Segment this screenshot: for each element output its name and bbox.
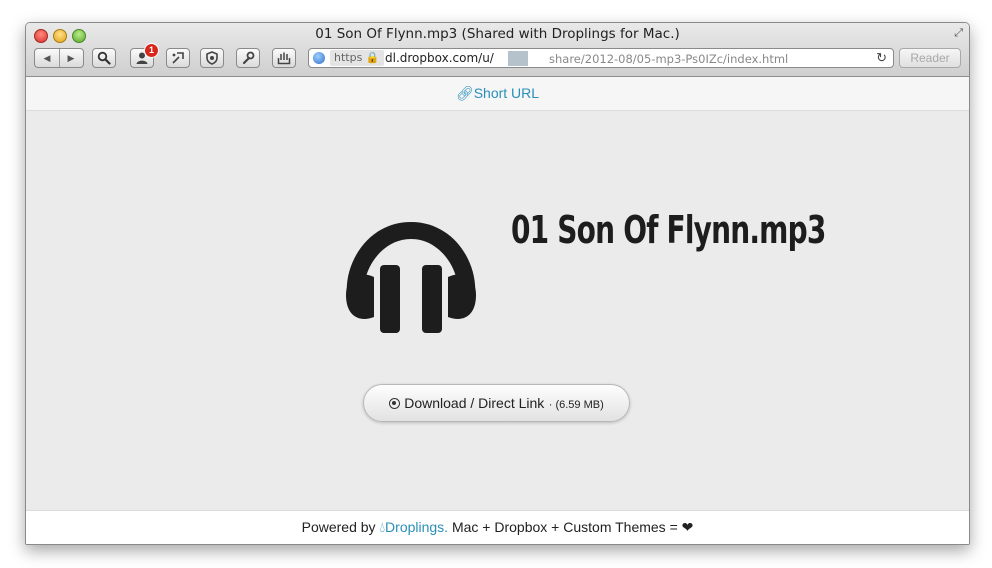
magnifier-icon bbox=[97, 51, 111, 65]
link-icon: 🔗︎ bbox=[455, 85, 474, 101]
top-bar: 🔗︎Short URL bbox=[26, 77, 969, 111]
short-url-link[interactable]: 🔗︎Short URL bbox=[26, 85, 969, 102]
window-title: 01 Son Of Flynn.mp3 (Shared with Droplin… bbox=[315, 26, 680, 42]
address-bar[interactable]: https 🔒 dl.dropbox.com/u/ share/2012-08/… bbox=[308, 48, 894, 68]
footer-suffix: Mac + Dropbox + Custom Themes = bbox=[448, 519, 682, 535]
share-tray-icon bbox=[277, 52, 291, 65]
page-content: 🔗︎Short URL 01 Son Of Flynn.mp3 Download… bbox=[26, 77, 969, 544]
download-label: Download / Direct Link bbox=[404, 395, 545, 411]
develop-button[interactable] bbox=[236, 48, 260, 68]
search-button[interactable] bbox=[92, 48, 116, 68]
tools-button[interactable] bbox=[166, 48, 190, 68]
fullscreen-icon[interactable]: ⤢ bbox=[954, 27, 963, 40]
shield-icon bbox=[206, 51, 218, 65]
footer: Powered by 💧︎Droplings. Mac + Dropbox + … bbox=[26, 510, 969, 544]
headphones-icon bbox=[346, 222, 476, 333]
download-icon bbox=[389, 398, 401, 409]
back-button[interactable]: ◀ bbox=[35, 49, 59, 67]
tools-icon bbox=[172, 52, 184, 64]
reader-button[interactable]: Reader bbox=[899, 48, 961, 68]
title-bar: 01 Son Of Flynn.mp3 (Shared with Droplin… bbox=[26, 23, 969, 77]
short-url-label: Short URL bbox=[473, 85, 540, 101]
back-forward-buttons: ◀ ▶ bbox=[34, 48, 84, 68]
reload-icon[interactable]: ↻ bbox=[876, 50, 887, 66]
file-size: · (6.59 MB) bbox=[548, 399, 604, 411]
globe-icon bbox=[313, 52, 325, 64]
heart-icon: ❤︎ bbox=[681, 519, 694, 535]
wrench-icon bbox=[242, 51, 255, 65]
notification-badge: 1 bbox=[144, 43, 159, 58]
file-title: 01 Son Of Flynn.mp3 bbox=[511, 208, 826, 252]
download-button[interactable]: Download / Direct Link · (6.59 MB) bbox=[363, 384, 630, 422]
https-label: https bbox=[334, 51, 363, 64]
hero-section: 01 Son Of Flynn.mp3 Download / Direct Li… bbox=[26, 111, 969, 509]
https-badge: https 🔒 bbox=[330, 50, 384, 66]
droplings-link[interactable]: 💧︎Droplings. bbox=[379, 519, 448, 535]
extension-button[interactable]: 1 bbox=[130, 43, 159, 68]
url-path: share/2012-08/05-mp3-Ps0IZc/index.html bbox=[549, 52, 789, 66]
lock-icon: 🔒 bbox=[365, 51, 380, 64]
footer-prefix: Powered by bbox=[301, 519, 380, 535]
url-host: dl.dropbox.com/u/ bbox=[385, 51, 494, 65]
browser-window: 01 Son Of Flynn.mp3 (Shared with Droplin… bbox=[25, 22, 970, 545]
redacted-block bbox=[508, 51, 528, 66]
forward-button[interactable]: ▶ bbox=[59, 49, 83, 67]
droplings-link-label: Droplings. bbox=[385, 519, 449, 535]
privacy-button[interactable] bbox=[200, 48, 224, 68]
share-button[interactable] bbox=[272, 48, 296, 68]
